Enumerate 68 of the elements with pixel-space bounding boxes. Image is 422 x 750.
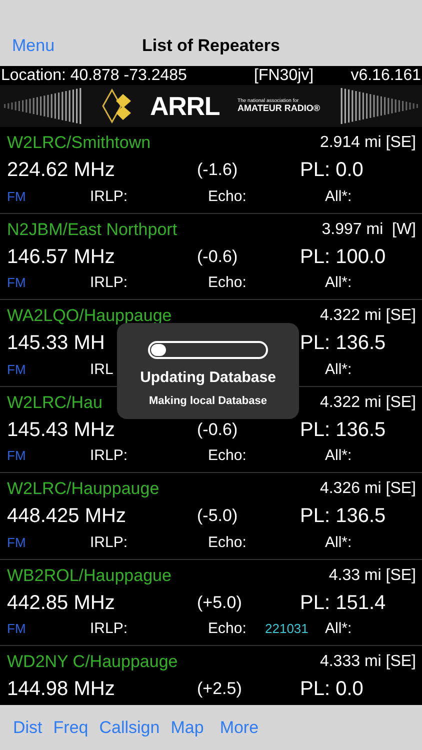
distance-text: 4.33 mi [SE] <box>328 566 416 586</box>
pl-tone-text: PL: 151.4 <box>300 590 386 616</box>
mode-text: FM <box>7 188 26 204</box>
pl-tone-text: PL: 0.0 <box>300 677 364 702</box>
distance-text: 2.914 mi [SE] <box>320 133 416 153</box>
pl-tone-text: PL: 100.0 <box>300 244 386 270</box>
tagline-text: AMATEUR RADIO® <box>238 104 320 113</box>
all-star-label: All*: <box>325 532 352 553</box>
diamond-logo-icon <box>102 88 132 124</box>
echo-label: Echo: <box>208 188 246 205</box>
frequency-text: 144.98 MHz <box>7 678 115 700</box>
location-text: Location: 40.878 -73.2485 <box>1 68 187 84</box>
all-star-label: All*: <box>325 186 352 207</box>
mode-text: FM <box>7 448 26 464</box>
echo-label: Echo: <box>208 274 246 292</box>
frequency-text: 448.425 MHz <box>7 505 126 527</box>
sound-wave-icon <box>4 86 84 126</box>
repeater-name[interactable]: WD2NY C/Hauppauge <box>7 649 178 675</box>
repeater-name[interactable]: W2LRC/Hau <box>7 390 102 416</box>
pl-tone-text: PL: 0.0 <box>300 158 364 183</box>
irlp-label: IRLP: <box>90 447 128 464</box>
offset-text: (-5.0) <box>197 506 238 526</box>
repeater-name[interactable]: W2LRC/Hauppauge <box>7 476 160 502</box>
all-star-label: All*: <box>325 619 352 640</box>
dialog-message: Making local Database <box>149 394 267 408</box>
grid-square-text: [FN30jv] <box>254 68 314 84</box>
offset-text: (-1.6) <box>197 160 238 180</box>
echo-node-text: 221031 <box>265 621 308 636</box>
mode-text: FM <box>7 621 26 636</box>
distance-text: 3.997 mi [W] <box>322 220 416 240</box>
irlp-label: IRLP: <box>90 620 128 638</box>
frequency-text: 145.43 MHz <box>7 418 115 440</box>
pl-tone-text: PL: 136.5 <box>300 331 386 356</box>
all-star-label: All*: <box>325 446 352 466</box>
distance-text: 4.326 mi [SE] <box>320 479 416 499</box>
distance-text: 4.333 mi [SE] <box>320 652 416 672</box>
offset-text: (-0.6) <box>197 420 238 439</box>
repeater-name[interactable]: N2JBM/East Northport <box>7 216 178 242</box>
frequency-text: 442.85 MHz <box>7 592 115 614</box>
irlp-label: IRLP: <box>90 188 128 205</box>
dialog-title: Updating Database <box>140 368 276 388</box>
offset-text: (+2.5) <box>197 679 242 698</box>
repeater-name[interactable]: WA2LQO/Hauppauge <box>7 303 172 329</box>
mode-text: FM <box>7 275 26 290</box>
offset-text: (-0.6) <box>197 246 238 266</box>
all-star-label: All*: <box>325 360 352 380</box>
all-star-label: All*: <box>325 273 352 294</box>
version-text: v6.16.161 <box>350 68 421 84</box>
irlp-label: IRL <box>90 360 114 378</box>
pl-tone-text: PL: 136.5 <box>300 418 386 442</box>
offset-text: (+5.0) <box>197 592 242 612</box>
screen-title: List of Repeaters <box>142 35 280 57</box>
arrl-logo-text: ARRL <box>150 93 220 119</box>
irlp-label: IRLP: <box>90 274 128 292</box>
echo-label: Echo: <box>208 447 246 464</box>
distance-text: 4.322 mi [SE] <box>320 392 416 412</box>
repeater-name[interactable]: W2LRC/Smithtown <box>7 130 151 156</box>
distance-text: 4.322 mi [SE] <box>320 306 416 326</box>
repeater-name[interactable]: WB2ROL/Hauppague <box>7 562 172 588</box>
irlp-label: IRLP: <box>90 534 128 551</box>
frequency-text: 146.57 MHz <box>7 246 115 268</box>
pl-tone-text: PL: 136.5 <box>300 504 386 529</box>
mode-text: FM <box>7 362 26 377</box>
frequency-text: 145.33 MH <box>7 332 105 354</box>
echo-label: Echo: <box>208 534 246 551</box>
mode-text: FM <box>7 534 26 550</box>
frequency-text: 224.62 MHz <box>7 159 115 181</box>
echo-label: Echo: <box>208 620 246 638</box>
